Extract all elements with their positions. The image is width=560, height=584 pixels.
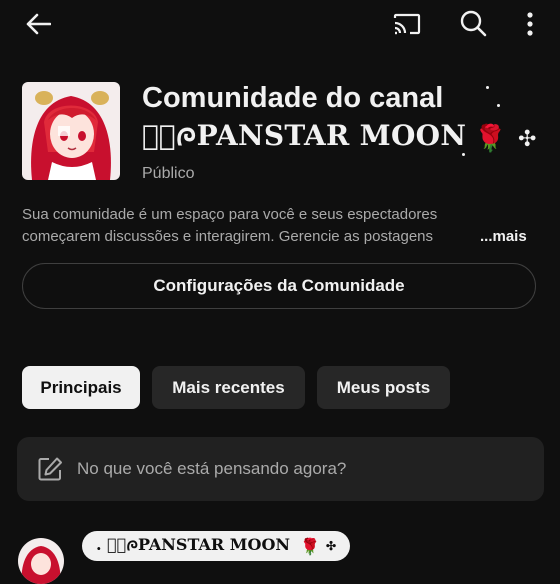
post-author-label: . ꪜ᪶ᰍPANSTAR MOON xyxy=(96,535,291,554)
tab-meus-posts[interactable]: Meus posts xyxy=(317,366,450,409)
composer-placeholder: No que você está pensando agora? xyxy=(77,459,347,478)
post-author-avatar[interactable] xyxy=(18,538,64,584)
search-button[interactable] xyxy=(454,4,492,42)
more-options-button[interactable] xyxy=(516,6,544,42)
post-composer[interactable]: No que você está pensando agora? xyxy=(17,437,544,501)
search-icon xyxy=(459,9,487,37)
channel-name: ꪜ᪶ᰍPANSTAR MOON xyxy=(142,119,467,152)
more-link[interactable]: ...mais xyxy=(480,226,527,248)
decorative-dot xyxy=(462,153,465,156)
more-vert-icon xyxy=(527,12,533,36)
sparkle-glyph: ✣ xyxy=(325,539,336,553)
edit-icon xyxy=(37,456,63,482)
community-settings-button[interactable]: Configurações da Comunidade xyxy=(22,263,536,309)
tab-mais-recentes[interactable]: Mais recentes xyxy=(152,366,305,409)
arrow-left-icon xyxy=(25,13,51,35)
post-author-name[interactable]: . ꪜ᪶ᰍPANSTAR MOON 🌹 ✣ xyxy=(82,531,350,561)
cast-icon xyxy=(393,13,421,35)
channel-avatar[interactable] xyxy=(22,82,120,180)
description-line-1: Sua comunidade é um espaço para você e s… xyxy=(22,206,438,223)
cast-button[interactable] xyxy=(389,6,425,42)
sparkle-glyph: ✣ xyxy=(518,126,537,151)
rose-emoji: 🌹 xyxy=(474,123,507,153)
decorative-dot xyxy=(497,104,500,107)
decorative-dot xyxy=(486,86,489,89)
back-button[interactable] xyxy=(20,6,56,42)
community-description: Sua comunidade é um espaço para você e s… xyxy=(22,204,542,248)
visibility-label: Público xyxy=(142,165,195,182)
rose-emoji: 🌹 xyxy=(300,536,320,556)
description-line-2: começarem discussões e interagirem. Gere… xyxy=(22,228,434,245)
community-title: Comunidade do canal xyxy=(142,82,444,114)
tab-principais[interactable]: Principais xyxy=(22,366,140,409)
